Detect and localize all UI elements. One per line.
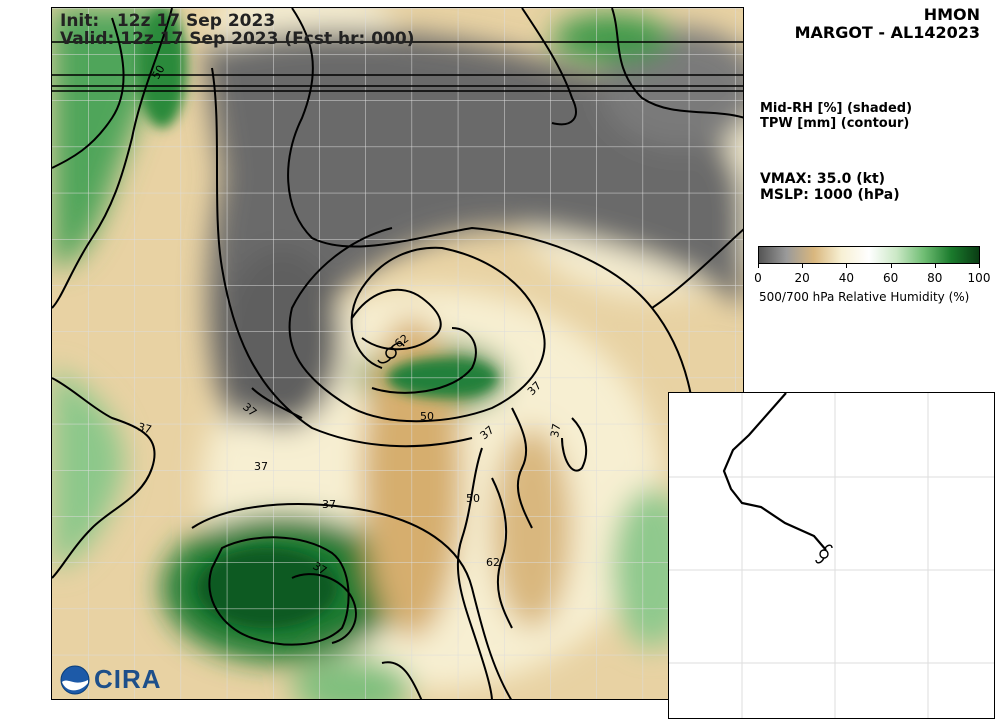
- vmax-value: VMAX: 35.0 (kt): [760, 171, 886, 187]
- mslp-value: MSLP: 1000 (hPa): [760, 187, 900, 203]
- storm-title: MARGOT - AL142023: [794, 23, 980, 42]
- legend-contour: TPW [mm] (contour): [760, 116, 910, 131]
- colorbar-tick-mark: [979, 264, 980, 268]
- contour-label: 50: [420, 410, 434, 423]
- contour-label: 50: [466, 492, 480, 505]
- colorbar-label: 500/700 hPa Relative Humidity (%): [759, 290, 970, 304]
- colorbar-tick-label: 60: [882, 271, 899, 285]
- colorbar-tick-label: 100: [967, 271, 991, 285]
- track-map: [669, 392, 994, 718]
- model-title: HMON: [923, 5, 980, 24]
- cira-logo-text: CIRA: [94, 664, 162, 694]
- track-inset: [668, 392, 995, 719]
- contour-label: 37: [322, 498, 336, 511]
- colorbar-tick-mark: [890, 264, 892, 268]
- contour-label: 37: [548, 422, 563, 438]
- init-time: Init: 12z 17 Sep 2023: [60, 11, 276, 31]
- valid-time: Valid: 12z 17 Sep 2023 (Fcst hr: 000): [60, 29, 415, 49]
- colorbar-tick-mark: [758, 264, 759, 268]
- colorbar-tick-mark: [802, 264, 804, 268]
- colorbar-tick-label: 80: [927, 271, 943, 285]
- legend-shaded: Mid-RH [%] (shaded): [760, 101, 913, 116]
- colorbar: [758, 246, 980, 264]
- colorbar-tick-mark: [846, 264, 848, 268]
- rh-tpw-map: 50 62 37 37 50 37 37 37 37 50 37 62 37: [51, 7, 744, 700]
- colorbar-tick-label: 0: [754, 271, 762, 285]
- contour-label: 62: [486, 556, 500, 569]
- cira-logo: CIRA: [60, 664, 162, 695]
- contour-label: 37: [254, 460, 268, 473]
- noaa-logo-icon: [60, 665, 90, 694]
- map-canvas: 506237375037 373737 5037 6237: [52, 8, 743, 699]
- colorbar-tick-mark: [934, 264, 936, 268]
- colorbar-tick-label: 40: [838, 271, 855, 285]
- colorbar-tick-label: 20: [794, 271, 810, 285]
